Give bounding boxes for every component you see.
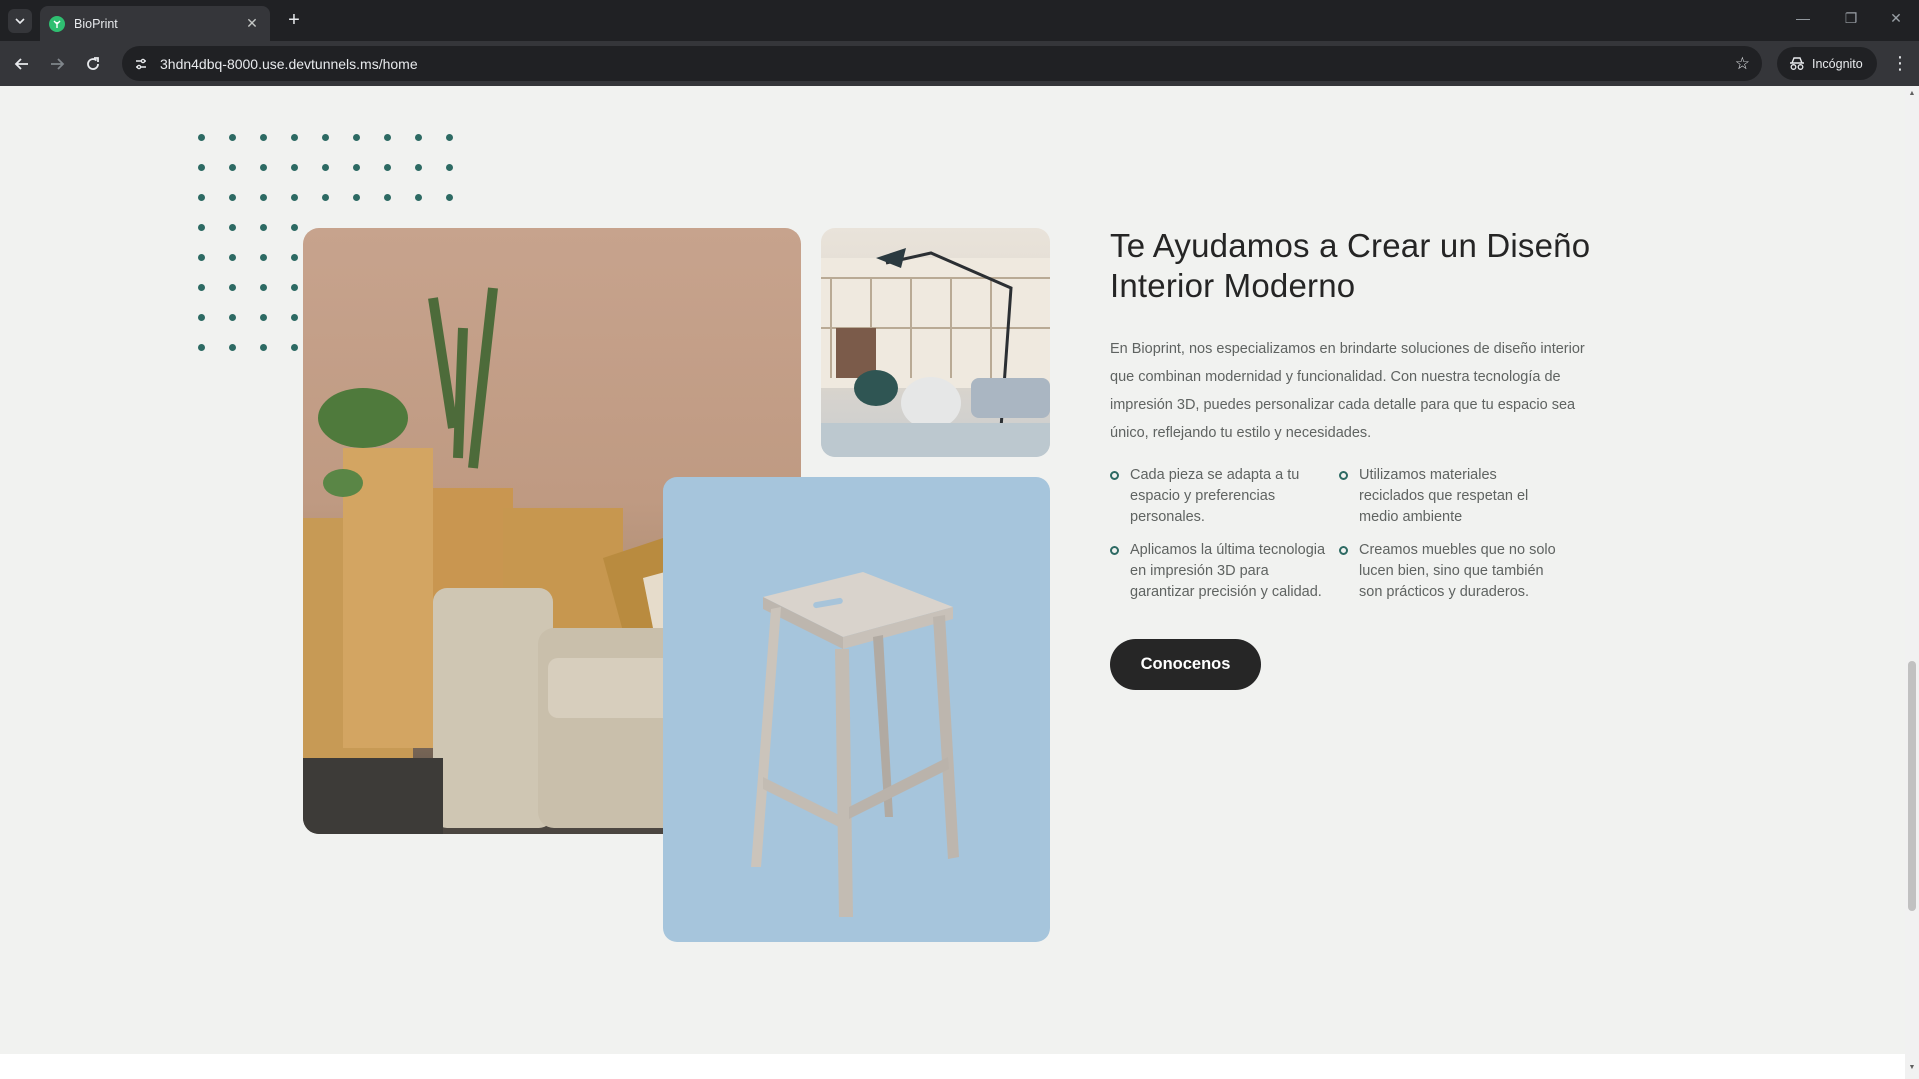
feature-text: Cada pieza se adapta a tu espacio y pref… [1130, 467, 1300, 525]
section-heading: Te Ayudamos a Crear un Diseño Interior M… [1110, 227, 1591, 304]
forward-icon[interactable] [45, 52, 69, 76]
address-bar[interactable]: 3hdn4dbq-8000.use.devtunnels.ms/home ☆ [122, 46, 1762, 81]
incognito-button[interactable]: Incógnito [1777, 47, 1877, 80]
scroll-down-icon[interactable]: ▼ [1908, 1064, 1916, 1071]
browser-tabbar: BioPrint ✕ + — ❐ ✕ [0, 0, 1919, 41]
next-section-edge [0, 1054, 1905, 1079]
feature-item: Utilizamos materiales reciclados que res… [1339, 465, 1564, 528]
decorative-dot [446, 134, 453, 141]
bullet-icon [1110, 471, 1119, 480]
more-icon[interactable]: ⋮ [1890, 53, 1910, 74]
decorative-dot [198, 344, 205, 351]
decorative-dot [229, 164, 236, 171]
close-icon[interactable]: ✕ [242, 15, 262, 32]
decorative-dot [198, 164, 205, 171]
intro-section: Te Ayudamos a Crear un Diseño Interior M… [1110, 226, 1610, 690]
back-icon[interactable] [10, 52, 34, 76]
decorative-dot [291, 284, 298, 291]
wooden-stool-image [663, 477, 1050, 942]
feature-text: Utilizamos materiales reciclados que res… [1359, 467, 1529, 525]
window-close-icon[interactable]: ✕ [1886, 10, 1906, 27]
decorative-dot [291, 254, 298, 261]
decorative-dot [198, 254, 205, 261]
decorative-dot [291, 164, 298, 171]
decorative-dot [260, 134, 267, 141]
decorative-dot [322, 134, 329, 141]
reload-icon[interactable] [81, 52, 105, 76]
decorative-dot [260, 194, 267, 201]
decorative-dot [260, 284, 267, 291]
bullet-icon [1339, 546, 1348, 555]
feature-item: Creamos muebles que no solo lucen bien, … [1339, 540, 1564, 603]
incognito-icon [1789, 56, 1805, 71]
decorative-dot [353, 194, 360, 201]
decorative-dot [291, 194, 298, 201]
decorative-dot [229, 314, 236, 321]
decorative-dot [415, 194, 422, 201]
minimize-icon[interactable]: — [1793, 10, 1813, 26]
decorative-dot [260, 254, 267, 261]
browser-tab[interactable]: BioPrint ✕ [40, 6, 270, 41]
tab-list-icon[interactable] [8, 9, 32, 33]
browser-toolbar: 3hdn4dbq-8000.use.devtunnels.ms/home ☆ I… [0, 41, 1919, 86]
url-text: 3hdn4dbq-8000.use.devtunnels.ms/home [160, 55, 418, 72]
decorative-dot [291, 224, 298, 231]
decorative-dot [384, 164, 391, 171]
plus-icon[interactable]: + [282, 9, 306, 31]
decorative-dot [260, 224, 267, 231]
decorative-dot [198, 284, 205, 291]
decorative-dot [260, 344, 267, 351]
section-description: En Bioprint, nos especializamos en brind… [1110, 341, 1585, 441]
decorative-dot [198, 314, 205, 321]
decorative-dot [291, 314, 298, 321]
star-icon[interactable]: ☆ [1735, 54, 1750, 74]
decorative-dot [229, 194, 236, 201]
scroll-up-icon[interactable]: ▲ [1908, 90, 1916, 97]
feature-item: Cada pieza se adapta a tu espacio y pref… [1110, 465, 1335, 528]
decorative-dot [384, 194, 391, 201]
decorative-dot [229, 344, 236, 351]
page-scrollbar[interactable]: ▲ ▼ [1905, 86, 1919, 1079]
decorative-dot [384, 134, 391, 141]
decorative-dot [198, 224, 205, 231]
decorative-dot [415, 164, 422, 171]
decorative-dot [198, 134, 205, 141]
incognito-label: Incógnito [1812, 56, 1863, 71]
favicon-leaf-icon [49, 15, 65, 32]
decorative-dot [260, 164, 267, 171]
feature-text: Creamos muebles que no solo lucen bien, … [1359, 542, 1556, 600]
decorative-dot [446, 194, 453, 201]
conocenos-button[interactable]: Conocenos [1110, 639, 1261, 690]
feature-item: Aplicamos la última tecnologia en impres… [1110, 540, 1335, 603]
decorative-dot [322, 164, 329, 171]
tab-title: BioPrint [74, 16, 118, 31]
office-lounge-image [821, 228, 1050, 457]
decorative-dot [229, 224, 236, 231]
decorative-dot [291, 344, 298, 351]
decorative-dot [322, 194, 329, 201]
feature-text: Aplicamos la última tecnologia en impres… [1130, 542, 1326, 600]
decorative-dot [229, 254, 236, 261]
decorative-dot [415, 134, 422, 141]
decorative-dot [229, 284, 236, 291]
restore-icon[interactable]: ❐ [1841, 10, 1861, 27]
bullet-icon [1110, 546, 1119, 555]
decorative-dot [229, 134, 236, 141]
decorative-dot [353, 164, 360, 171]
decorative-dot [353, 134, 360, 141]
site-info-icon[interactable] [130, 53, 152, 75]
decorative-dot [291, 134, 298, 141]
scrollbar-thumb[interactable] [1908, 661, 1916, 911]
bullet-icon [1339, 471, 1348, 480]
decorative-dot [446, 164, 453, 171]
decorative-dot [260, 314, 267, 321]
decorative-dot [198, 194, 205, 201]
